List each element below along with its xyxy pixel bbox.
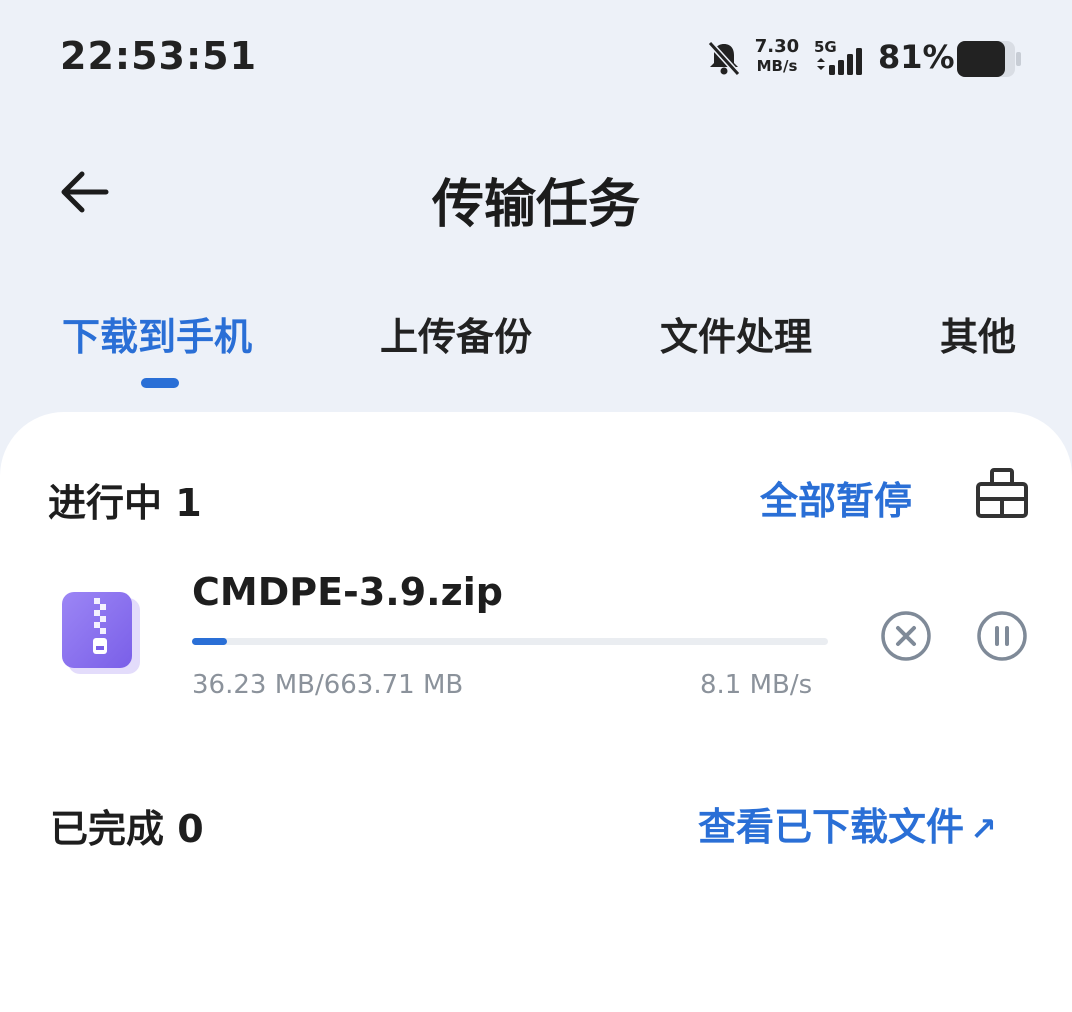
tab-file-processing[interactable]: 文件处理 xyxy=(660,306,812,361)
file-name: CMDPE-3.9.zip xyxy=(192,570,503,614)
download-progress-fill xyxy=(192,638,227,645)
pause-all-button[interactable]: 全部暂停 xyxy=(760,470,912,525)
tab-upload-backup[interactable]: 上传备份 xyxy=(380,306,532,361)
arrow-up-right-icon: ↗ xyxy=(970,810,997,848)
page-title: 传输任务 xyxy=(431,175,640,235)
in-progress-header: 进行中 1 xyxy=(48,481,202,525)
network-speed-unit: MB/s xyxy=(756,57,798,75)
network-speed-value: 7.30 xyxy=(754,36,800,57)
network-speed: 7.30 MB/s xyxy=(752,38,802,74)
battery-icon xyxy=(957,41,1021,77)
zip-file-icon xyxy=(62,592,140,674)
cancel-icon[interactable] xyxy=(880,610,932,662)
bell-muted-icon xyxy=(707,40,741,77)
download-speed: 8.1 MB/s xyxy=(700,670,813,700)
tab-download-to-phone[interactable]: 下载到手机 xyxy=(62,306,252,361)
view-downloaded-files-link[interactable]: 查看已下载文件 ↗ xyxy=(698,796,997,851)
download-size: 36.23 MB/663.71 MB xyxy=(192,670,464,700)
download-progress-bar xyxy=(192,638,828,645)
status-time: 22:53:51 xyxy=(60,34,258,78)
tab-active-indicator xyxy=(141,378,179,388)
tab-other[interactable]: 其他 xyxy=(940,306,1016,361)
clear-icon[interactable] xyxy=(972,466,1032,522)
signal-indicator: 5G xyxy=(812,38,872,78)
signal-icon xyxy=(817,48,862,75)
view-downloaded-label: 查看已下载文件 xyxy=(698,805,965,849)
pause-icon[interactable] xyxy=(976,610,1028,662)
completed-header: 已完成 0 xyxy=(50,807,204,851)
battery-percent: 81% xyxy=(878,38,955,76)
